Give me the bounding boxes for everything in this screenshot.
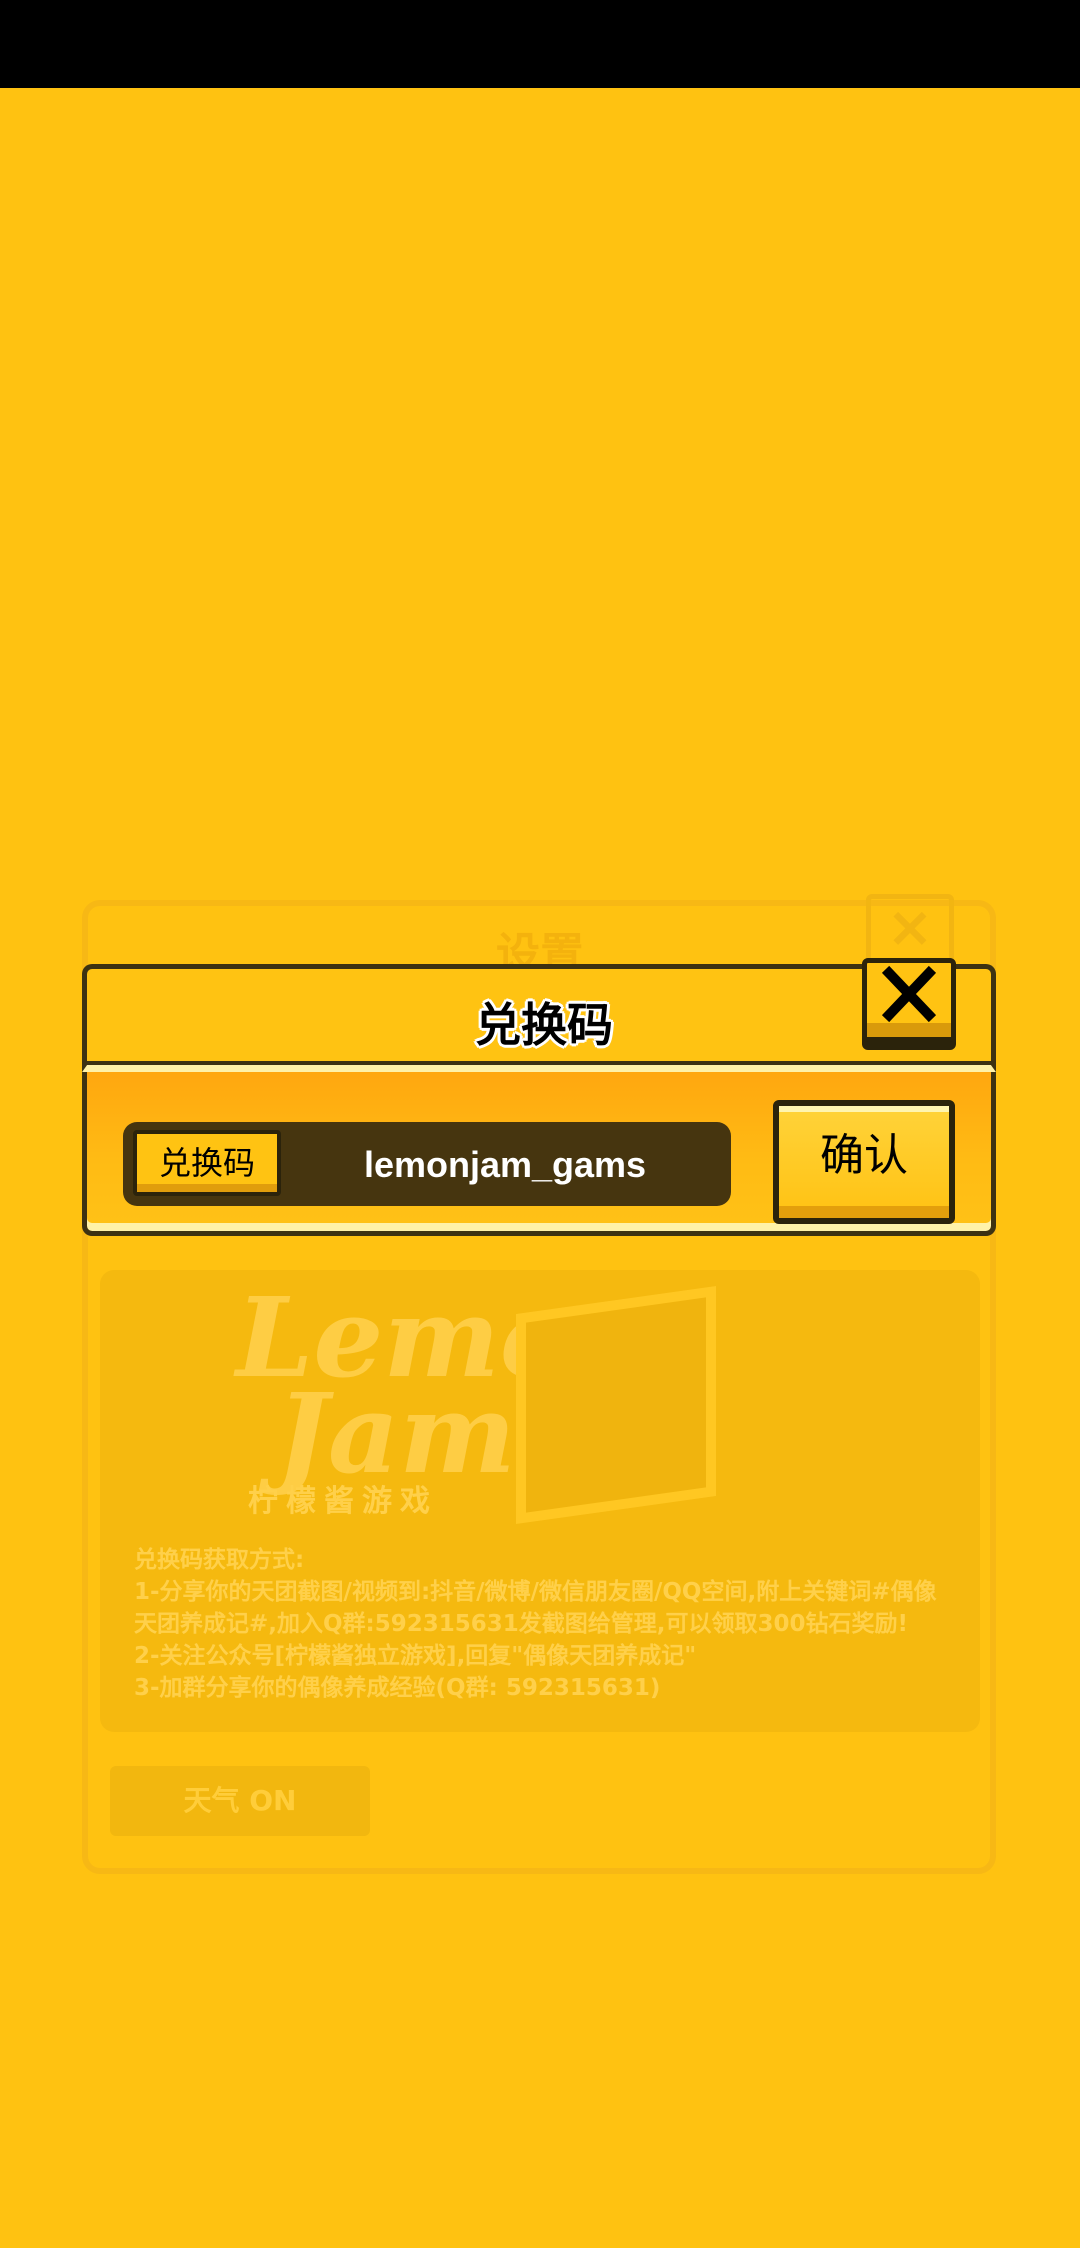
redeem-code-input[interactable] xyxy=(293,1122,717,1208)
instruction-line: 2-关注公众号[柠檬酱独立游戏],回复"偶像天团养成记" xyxy=(134,1643,697,1669)
logo-subtitle: 柠檬酱游戏 xyxy=(248,1484,438,1519)
redeem-code-field: 兑换码 xyxy=(123,1122,731,1208)
settings-close-icon: × xyxy=(866,894,954,964)
dialog-body: 兑换码 确认 xyxy=(82,1072,996,1236)
redeem-code-dialog: 兑换码 兑换码 确认 xyxy=(82,958,996,1270)
instruction-line: 兑换码获取方式: xyxy=(134,1547,305,1573)
dialog-header: 兑换码 xyxy=(82,964,996,1072)
status-bar xyxy=(0,0,1080,88)
logo-cube-icon xyxy=(516,1285,716,1525)
redeem-instructions: 兑换码获取方式: 1-分享你的天团截图/视频到:抖音/微博/微信朋友圈/QQ空间… xyxy=(134,1544,964,1704)
instruction-line: 天团养成记#,加入Q群:592315631发截图给管理,可以领取300钻石奖励! xyxy=(134,1611,909,1637)
instruction-line: 1-分享你的天团截图/视频到:抖音/微博/微信朋友圈/QQ空间,附上关键词#偶像 xyxy=(134,1579,937,1605)
weather-toggle-button: 天气 ON xyxy=(110,1766,370,1836)
confirm-button[interactable]: 确认 xyxy=(773,1100,955,1224)
redeem-code-label: 兑换码 xyxy=(133,1130,281,1196)
instruction-line: 3-加群分享你的偶像养成经验(Q群: 592315631) xyxy=(134,1675,661,1701)
close-button[interactable] xyxy=(862,958,956,1042)
close-icon xyxy=(881,965,937,1023)
